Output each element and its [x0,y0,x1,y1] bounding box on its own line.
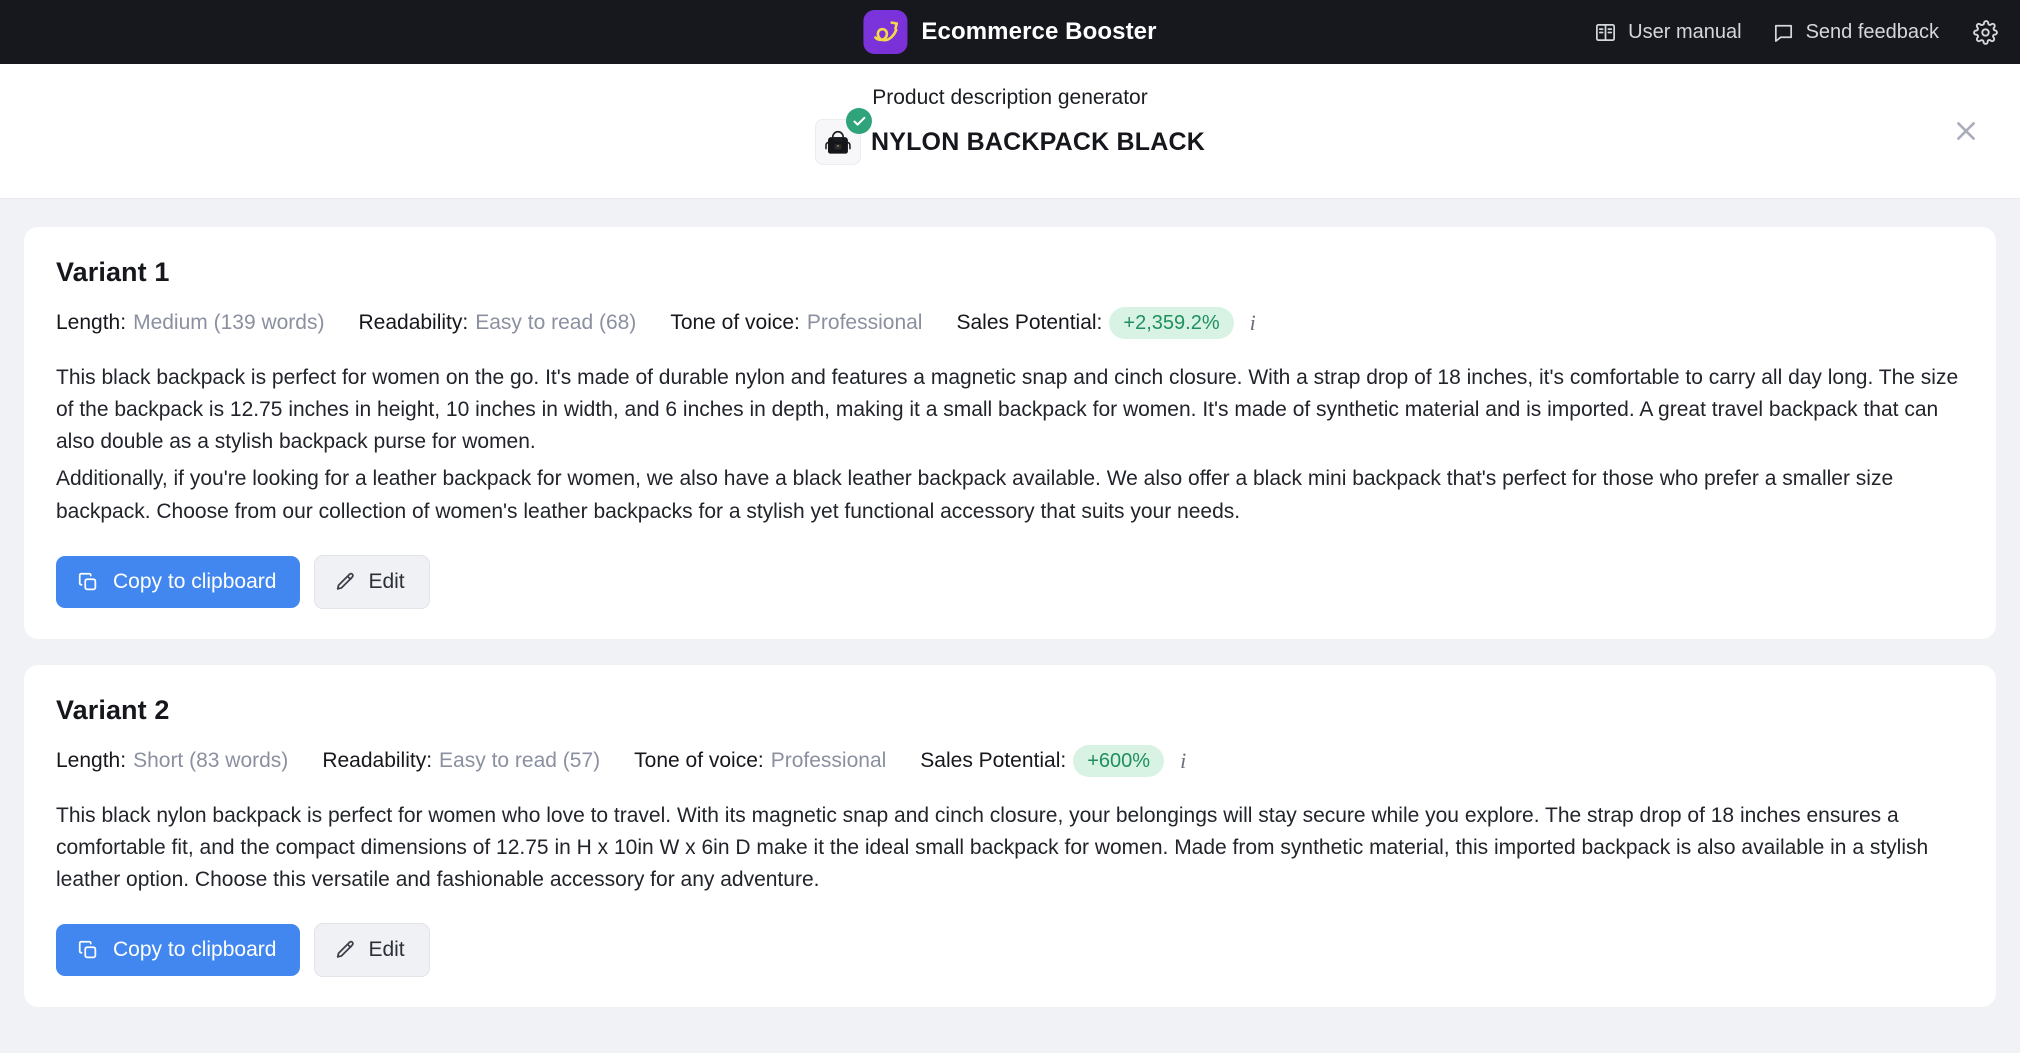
close-icon [1953,118,1979,144]
product-row: NYLON BACKPACK BLACK [815,119,1205,165]
check-icon [851,114,866,129]
meta-sales-label: Sales Potential: [920,749,1066,773]
meta-length-label: Length: [56,749,126,773]
ecommerce-booster-logo-icon [863,10,907,54]
copy-to-clipboard-button[interactable]: Copy to clipboard [56,556,300,608]
meta-sales-potential: Sales Potential: +600% i [920,745,1186,777]
sales-potential-badge: +600% [1073,745,1164,777]
meta-readability-value: Easy to read (68) [475,311,636,335]
meta-sales-label: Sales Potential: [956,311,1102,335]
page-title: Product description generator [872,86,1148,110]
gear-icon [1973,20,1998,45]
meta-tone-value: Professional [807,311,923,335]
variant-paragraph: This black nylon backpack is perfect for… [56,800,1962,896]
variant-meta-row: Length: Short (83 words) Readability: Ea… [56,745,1962,777]
product-header: Product description generator [0,64,2020,199]
copy-icon [77,939,99,961]
variant-actions: Copy to clipboard Edit [56,555,1962,609]
meta-tone: Tone of voice: Professional [634,749,886,773]
product-thumbnail-wrap [815,119,861,165]
send-feedback-link[interactable]: Send feedback [1772,21,1939,44]
edit-button[interactable]: Edit [314,555,429,609]
copy-to-clipboard-label: Copy to clipboard [113,570,276,594]
top-navigation-bar: Ecommerce Booster User manual [0,0,2020,64]
edit-button[interactable]: Edit [314,923,429,977]
meta-length-value: Short (83 words) [133,749,288,773]
user-manual-link[interactable]: User manual [1594,21,1741,44]
product-header-inner: Product description generator [815,86,1205,165]
sales-potential-badge: +2,359.2% [1109,307,1233,339]
variant-meta-row: Length: Medium (139 words) Readability: … [56,307,1962,339]
edit-label: Edit [368,570,404,594]
variants-list: Variant 1 Length: Medium (139 words) Rea… [0,199,2020,1031]
variant-actions: Copy to clipboard Edit [56,923,1962,977]
product-title: NYLON BACKPACK BLACK [871,128,1205,157]
copy-to-clipboard-button[interactable]: Copy to clipboard [56,924,300,976]
meta-readability: Readability: Easy to read (57) [322,749,600,773]
meta-length-label: Length: [56,311,126,335]
meta-sales-potential: Sales Potential: +2,359.2% i [956,307,1255,339]
variant-title: Variant 2 [56,695,1962,726]
meta-tone-label: Tone of voice: [634,749,764,773]
info-icon[interactable]: i [1250,310,1256,336]
send-feedback-label: Send feedback [1806,21,1939,44]
meta-tone-value: Professional [771,749,887,773]
meta-readability-label: Readability: [358,311,468,335]
edit-label: Edit [368,938,404,962]
meta-length: Length: Medium (139 words) [56,311,324,335]
meta-readability-value: Easy to read (57) [439,749,600,773]
pencil-icon [334,571,356,593]
user-manual-label: User manual [1628,21,1741,44]
variant-card: Variant 2 Length: Short (83 words) Reada… [24,665,1996,1007]
topbar-actions: User manual Send feedback [1594,20,1998,45]
brand-name: Ecommerce Booster [921,18,1156,46]
pencil-icon [334,939,356,961]
chat-bubble-icon [1772,21,1795,44]
meta-tone: Tone of voice: Professional [670,311,922,335]
variant-title: Variant 1 [56,257,1962,288]
book-open-icon [1594,21,1617,44]
variant-paragraph: Additionally, if you're looking for a le… [56,463,1962,527]
variant-paragraph: This black backpack is perfect for women… [56,362,1962,458]
status-badge [846,108,872,134]
info-icon[interactable]: i [1180,748,1186,774]
variant-card: Variant 1 Length: Medium (139 words) Rea… [24,227,1996,639]
close-button[interactable] [1944,109,1988,153]
brand: Ecommerce Booster [863,10,1156,54]
meta-tone-label: Tone of voice: [670,311,800,335]
settings-button[interactable] [1973,20,1998,45]
copy-icon [77,571,99,593]
copy-to-clipboard-label: Copy to clipboard [113,938,276,962]
meta-length-value: Medium (139 words) [133,311,324,335]
meta-readability: Readability: Easy to read (68) [358,311,636,335]
meta-readability-label: Readability: [322,749,432,773]
meta-length: Length: Short (83 words) [56,749,288,773]
